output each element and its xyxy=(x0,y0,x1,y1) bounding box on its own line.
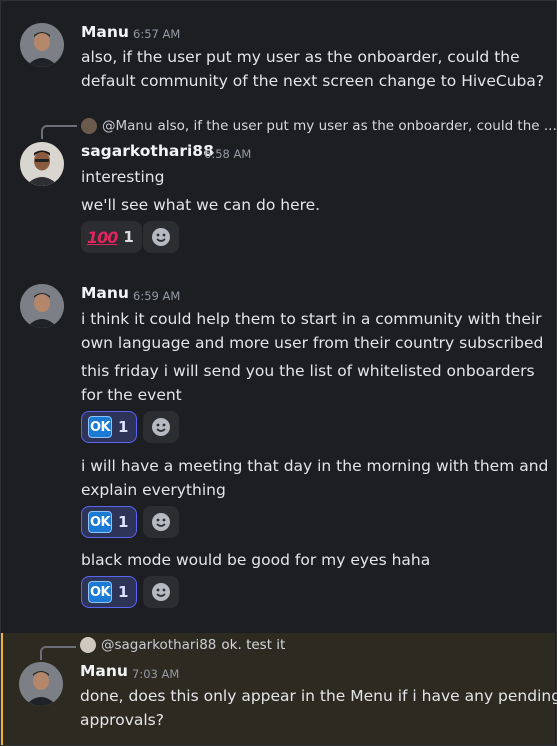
add-reaction-button[interactable] xyxy=(143,576,179,608)
smiley-icon xyxy=(152,583,170,601)
message-text: i think it could help them to start in a… xyxy=(81,310,542,328)
ok-button-icon: OK xyxy=(88,416,112,438)
reaction-count: 1 xyxy=(118,418,129,436)
message-author[interactable]: Manu xyxy=(81,284,129,302)
message-author[interactable]: Manu xyxy=(80,662,128,680)
reply-mention[interactable]: @Manu xyxy=(102,118,153,134)
message-text: for the event xyxy=(81,386,182,404)
message-text: default community of the next screen cha… xyxy=(81,72,545,90)
smiley-icon xyxy=(152,228,170,246)
reaction-ok[interactable]: OK 1 xyxy=(81,576,138,608)
ok-button-icon: OK xyxy=(88,581,112,603)
ok-button-icon: OK xyxy=(88,511,112,533)
add-reaction-button[interactable] xyxy=(143,221,179,253)
message-text: also, if the user put my user as the onb… xyxy=(81,48,520,66)
reply-snippet: also, if the user put my user as the onb… xyxy=(157,118,557,134)
message-author[interactable]: sagarkothari88 xyxy=(81,142,214,160)
message-timestamp: 6:57 AM xyxy=(133,27,181,41)
avatar-manu[interactable] xyxy=(19,662,63,706)
avatar-sagarkothari88[interactable] xyxy=(20,142,64,186)
message-text: interesting xyxy=(81,168,165,186)
message-text: black mode would be good for my eyes hah… xyxy=(81,551,431,569)
message-timestamp: 7:03 AM xyxy=(132,667,180,681)
reaction-ok[interactable]: OK 1 xyxy=(81,411,138,443)
message-text: explain everything xyxy=(81,481,226,499)
message-text: approvals? xyxy=(80,711,164,729)
smiley-icon xyxy=(152,418,170,436)
reaction-count: 1 xyxy=(118,513,129,531)
reply-connector xyxy=(41,125,77,139)
reaction-hundred[interactable]: 100 1 xyxy=(81,221,142,253)
message-text: i will have a meeting that day in the mo… xyxy=(81,457,549,475)
add-reaction-button[interactable] xyxy=(143,411,179,443)
reply-avatar xyxy=(80,637,96,653)
reaction-ok[interactable]: OK 1 xyxy=(81,506,138,538)
reaction-count: 1 xyxy=(118,583,129,601)
add-reaction-button[interactable] xyxy=(143,506,179,538)
message-text: done, does this only appear in the Menu … xyxy=(80,687,557,705)
message-author[interactable]: Manu xyxy=(81,23,129,41)
reply-preview[interactable]: @sagarkothari88 ok. test it xyxy=(80,635,285,655)
message-text: we'll see what we can do here. xyxy=(81,196,321,214)
message-timestamp: 6:59 AM xyxy=(133,289,181,303)
message-text: this friday i will send you the list of … xyxy=(81,362,535,380)
message-text: own language and more user from their co… xyxy=(81,334,544,352)
avatar-manu[interactable] xyxy=(20,284,64,328)
reply-snippet: ok. test it xyxy=(221,637,286,653)
smiley-icon xyxy=(152,513,170,531)
reply-connector xyxy=(40,646,76,660)
reaction-count: 1 xyxy=(123,228,134,246)
reply-preview[interactable]: @Manu also, if the user put my user as t… xyxy=(81,116,557,136)
message-timestamp: 6:58 AM xyxy=(204,147,252,161)
hundred-points-icon: 100 xyxy=(87,227,118,247)
reply-avatar xyxy=(81,118,97,134)
reply-mention[interactable]: @sagarkothari88 xyxy=(101,637,216,653)
avatar-manu[interactable] xyxy=(20,23,64,67)
